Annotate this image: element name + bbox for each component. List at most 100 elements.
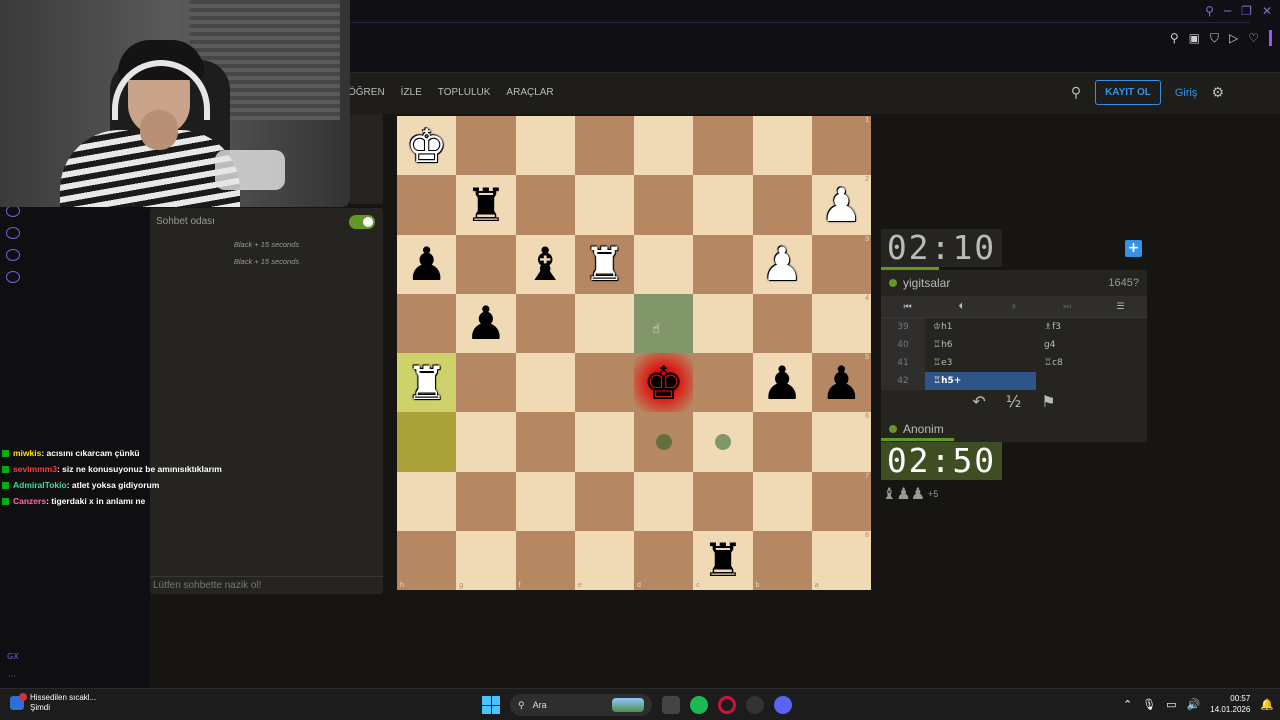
windows-start-icon[interactable]: [482, 696, 500, 714]
board-square[interactable]: [574, 471, 634, 531]
board-square[interactable]: 2 ♟: [811, 175, 871, 235]
sidebar-toggle-icon[interactable]: [1269, 30, 1272, 46]
board-square[interactable]: ♜: [456, 175, 516, 235]
board-square[interactable]: [456, 353, 516, 413]
board-square[interactable]: ♜: [574, 234, 634, 294]
board-square[interactable]: 3: [811, 234, 871, 294]
board-square[interactable]: 7: [811, 471, 871, 531]
board-square[interactable]: ♝: [515, 234, 575, 294]
board-square[interactable]: [456, 234, 516, 294]
board-square[interactable]: [574, 116, 634, 176]
board-square[interactable]: [397, 293, 457, 353]
board-square[interactable]: ♟: [456, 293, 516, 353]
steam-icon[interactable]: [746, 696, 764, 714]
board-square[interactable]: [515, 116, 575, 176]
clock-icon[interactable]: [6, 227, 20, 239]
black-piece-icon[interactable]: ♟: [456, 294, 515, 353]
board-square[interactable]: [634, 234, 694, 294]
taskbar-search[interactable]: ⚲ Ara: [510, 694, 652, 716]
board-square[interactable]: [634, 471, 694, 531]
board-square[interactable]: [752, 175, 812, 235]
prev-move-icon[interactable]: ⏴: [934, 296, 987, 317]
board-square[interactable]: [634, 175, 694, 235]
black-piece-icon[interactable]: ♝: [516, 235, 575, 294]
next-move-icon[interactable]: ⏵: [987, 296, 1040, 317]
search-icon[interactable]: ⚲: [1071, 85, 1081, 101]
nav-community[interactable]: TOPLULUK: [438, 87, 491, 98]
system-clock[interactable]: 00:57 14.01.2026: [1210, 693, 1250, 715]
white-move[interactable]: ♔h1: [925, 318, 1036, 336]
black-piece-icon[interactable]: ♟: [812, 353, 871, 412]
login-link[interactable]: Giriş: [1175, 87, 1198, 99]
white-move[interactable]: ♖h6: [925, 336, 1036, 354]
board-square[interactable]: [693, 412, 753, 472]
board-square[interactable]: [693, 471, 753, 531]
move-hint-dot[interactable]: [655, 433, 672, 450]
extensions-icon[interactable]: [6, 249, 20, 261]
board-square[interactable]: h: [397, 530, 457, 590]
pin-icon[interactable]: ⚲: [1170, 31, 1179, 45]
last-move-icon[interactable]: ⏭: [1041, 296, 1094, 317]
search-icon[interactable]: ⚲: [1205, 4, 1214, 18]
black-piece-icon[interactable]: ♟: [753, 353, 812, 412]
play-icon[interactable]: ▷: [1229, 31, 1238, 45]
board-square[interactable]: [574, 412, 634, 472]
white-piece-icon[interactable]: ♚: [397, 116, 456, 175]
volume-icon[interactable]: 🔊: [1187, 698, 1201, 711]
board-square[interactable]: [752, 293, 812, 353]
display-icon[interactable]: ▭: [1166, 698, 1176, 711]
notifications-icon[interactable]: 🔔: [1260, 698, 1274, 711]
shield-icon[interactable]: ⛉: [1210, 31, 1219, 46]
black-move[interactable]: ♗f3: [1036, 318, 1147, 336]
board-square[interactable]: [693, 175, 753, 235]
black-move[interactable]: ♖c8: [1036, 354, 1147, 372]
gear-icon[interactable]: ⚙: [1211, 85, 1224, 101]
file-explorer-icon[interactable]: [662, 696, 680, 714]
board-square[interactable]: [693, 293, 753, 353]
board-square[interactable]: [693, 353, 753, 413]
takeback-icon[interactable]: ↶: [972, 390, 985, 414]
board-square[interactable]: [456, 412, 516, 472]
board-square[interactable]: d: [634, 530, 694, 590]
board-square[interactable]: [515, 412, 575, 472]
board-square[interactable]: [634, 116, 694, 176]
player-name[interactable]: Anonim: [903, 422, 944, 436]
nav-watch[interactable]: İZLE: [401, 87, 422, 98]
board-square[interactable]: b: [752, 530, 812, 590]
board-square[interactable]: 6: [811, 412, 871, 472]
draw-offer-icon[interactable]: ½: [1006, 390, 1022, 414]
board-square[interactable]: 5 ♟: [811, 353, 871, 413]
board-square[interactable]: [752, 471, 812, 531]
board-square[interactable]: [397, 175, 457, 235]
board-square[interactable]: ♜: [397, 353, 457, 413]
black-piece-icon[interactable]: ♜: [456, 175, 515, 234]
black-move[interactable]: g4: [1036, 336, 1147, 354]
white-move[interactable]: ♖e3: [925, 354, 1036, 372]
register-button[interactable]: KAYIT OL: [1095, 80, 1161, 105]
white-move[interactable]: ♖h5+: [925, 372, 1036, 390]
board-square[interactable]: 4: [811, 293, 871, 353]
board-square[interactable]: [515, 175, 575, 235]
board-square[interactable]: 1: [811, 116, 871, 176]
board-square[interactable]: [456, 471, 516, 531]
board-square[interactable]: c ♜: [693, 530, 753, 590]
board-square[interactable]: [456, 116, 516, 176]
white-piece-icon[interactable]: ♜: [397, 353, 456, 412]
minimize-icon[interactable]: ─: [1224, 4, 1231, 18]
board-square[interactable]: [397, 412, 457, 472]
gx-icon[interactable]: GX: [7, 652, 19, 661]
board-square[interactable]: [397, 471, 457, 531]
more-icon[interactable]: ···: [8, 672, 16, 681]
discord-icon[interactable]: [774, 696, 792, 714]
add-time-button[interactable]: +: [1125, 240, 1142, 257]
white-piece-icon[interactable]: ♟: [753, 235, 812, 294]
board-square[interactable]: [693, 116, 753, 176]
board-square[interactable]: e: [574, 530, 634, 590]
board-square[interactable]: [574, 175, 634, 235]
black-piece-icon[interactable]: ♜: [693, 531, 752, 590]
move-hint-dot[interactable]: [714, 433, 731, 450]
microphone-icon[interactable]: 🎙: [1142, 698, 1156, 711]
board-square[interactable]: ♚: [634, 353, 694, 413]
board-square[interactable]: [515, 471, 575, 531]
weather-widget[interactable]: Hissedilen sıcakl... Şimdi: [10, 693, 96, 713]
